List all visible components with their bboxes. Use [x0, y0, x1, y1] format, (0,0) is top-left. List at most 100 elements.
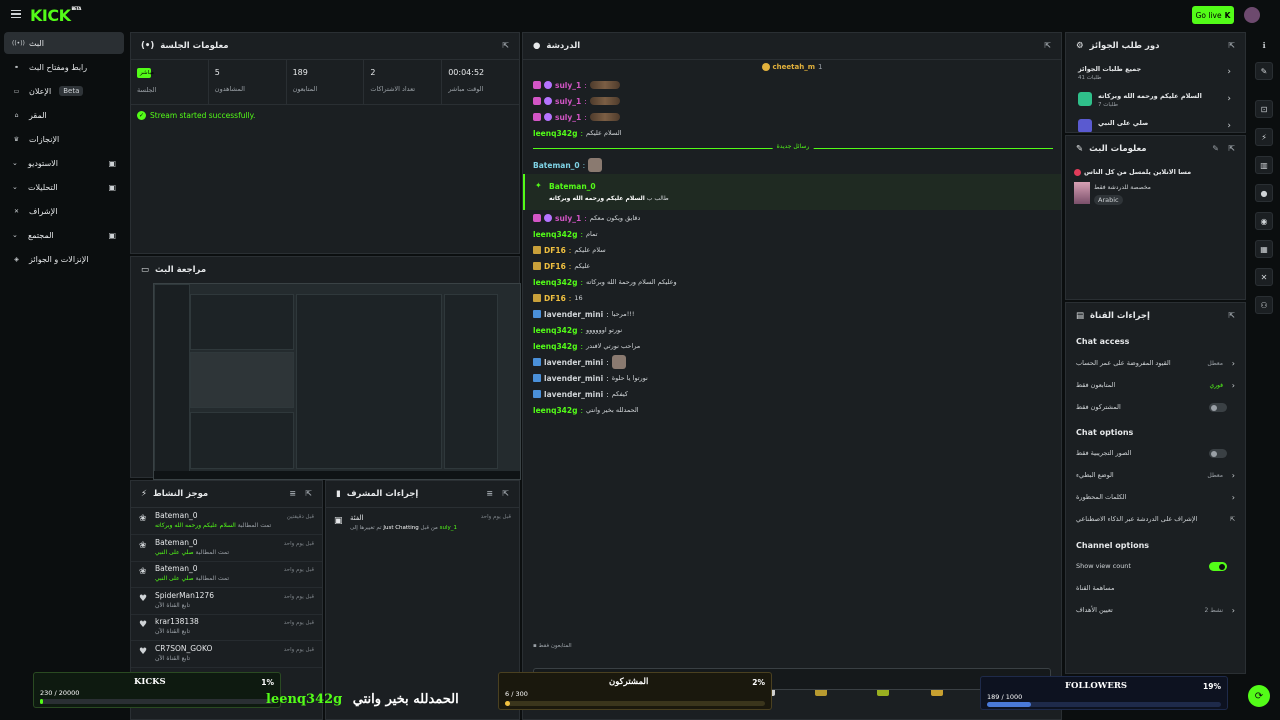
- stat-cell: 189 المتابعون: [285, 60, 364, 104]
- chat-username[interactable]: suly_1: [555, 113, 581, 122]
- channel-option-row[interactable]: القيود المفروضة على عمر الحساب معطل ›: [1076, 353, 1235, 373]
- popout-icon[interactable]: ⇱: [502, 489, 509, 498]
- kick-logo[interactable]: KICKBETA: [30, 6, 81, 25]
- new-messages-divider: رسائل جديدة: [533, 143, 1053, 150]
- highlight-user[interactable]: Bateman_0: [549, 182, 596, 191]
- activity-time: قبل يوم واحد: [283, 567, 314, 574]
- reward-title: جميع طلبات الجوائز: [1078, 65, 1142, 73]
- popout-icon[interactable]: ⇱: [1228, 144, 1235, 153]
- edit-icon[interactable]: ✎: [1255, 62, 1273, 80]
- preview-activity-pane: [190, 412, 294, 469]
- sidebar-item-6[interactable]: ⌄ ▣ التحليلات: [4, 176, 124, 198]
- sidebar-item-8[interactable]: ⌄ ▣ المجتمع: [4, 224, 124, 246]
- edit-icon[interactable]: ✎: [1212, 144, 1219, 153]
- wrench-icon[interactable]: ✕: [1255, 268, 1273, 286]
- chat-username[interactable]: leenq342g: [533, 342, 577, 351]
- og-badge-icon: [533, 390, 541, 398]
- activity-time: قبل يوم واحد: [283, 620, 314, 627]
- sidebar-item-4[interactable]: ♛ الإنجازات: [4, 128, 124, 150]
- sidebar-item-0[interactable]: ((•)) البث: [4, 32, 124, 54]
- sidebar-item-1[interactable]: ⚭ رابط ومفتاح البث: [4, 56, 124, 78]
- chat-text: وعليكم السلام ورحمة الله وبركاته: [586, 278, 677, 286]
- channel-option-row[interactable]: الصور التجريبية فقط: [1076, 443, 1235, 463]
- reward-item[interactable]: صلي على النبي ›: [1066, 115, 1245, 132]
- sidebar-item-9[interactable]: ◈ الإنزالات و الجوائز: [4, 248, 124, 270]
- chat-username[interactable]: leenq342g: [533, 326, 577, 335]
- heart-icon: ♥: [139, 647, 148, 657]
- chat-username[interactable]: leenq342g: [533, 278, 577, 287]
- chat-username[interactable]: Bateman_0: [533, 161, 580, 170]
- chat-username[interactable]: lavender_mini: [544, 358, 603, 367]
- toggle-switch[interactable]: [1209, 403, 1227, 412]
- chat-icon[interactable]: ●: [1255, 184, 1273, 202]
- chat-separator: :: [568, 261, 572, 271]
- popout-icon[interactable]: ⇱: [305, 489, 312, 498]
- kicks-goal-percent: 1%: [261, 678, 274, 687]
- chat-username[interactable]: suly_1: [555, 214, 581, 223]
- channel-option-row[interactable]: الإشراف على الدردشة عبر الذكاء الاصطناعي…: [1076, 509, 1235, 529]
- popout-icon[interactable]: ⇱: [1228, 41, 1235, 50]
- popout-icon[interactable]: ⇱: [1228, 311, 1235, 320]
- stream-category[interactable]: مخصصة للدردشة فقط: [1094, 184, 1151, 191]
- stat-label: تعداد الاشتراكات: [370, 85, 416, 93]
- filter-icon[interactable]: ≡: [289, 489, 296, 498]
- menu-icon[interactable]: [11, 10, 21, 18]
- kick-icon: K: [1224, 10, 1231, 20]
- reward-item[interactable]: جميع طلبات الجوائز طلبات 41 ›: [1066, 61, 1245, 87]
- chat-username[interactable]: leenq342g: [533, 230, 577, 239]
- channel-option-row[interactable]: المشتركون فقط: [1076, 397, 1235, 417]
- check-circle-icon: ✓: [137, 111, 146, 120]
- chat-username[interactable]: lavender_mini: [544, 310, 603, 319]
- sidebar-item-3[interactable]: ⌂ المقر: [4, 104, 124, 126]
- popout-icon[interactable]: ⇱: [502, 41, 509, 50]
- ad-icon: ▭: [13, 87, 20, 95]
- chat-separator: :: [606, 357, 609, 367]
- chat-username[interactable]: suly_1: [555, 97, 581, 106]
- sidebar-item-2[interactable]: ▭ الإعلان Beta: [4, 80, 124, 102]
- broadcast-icon[interactable]: ◉: [1255, 212, 1273, 230]
- info-icon[interactable]: ℹ: [1255, 36, 1273, 54]
- stream-video[interactable]: [153, 283, 521, 480]
- go-live-button[interactable]: Go live K: [1192, 6, 1234, 24]
- reward-icon: ❀: [139, 567, 147, 578]
- reward-title: السلام عليكم ورحمه الله وبركاته: [1098, 92, 1202, 100]
- chat-username[interactable]: leenq342g: [533, 129, 577, 138]
- activity-time: قبل يوم واحد: [283, 647, 314, 653]
- channel-option-row[interactable]: المتابعون فقط فوري ›: [1076, 375, 1235, 395]
- chat-username[interactable]: leenq342g: [533, 406, 577, 415]
- mod-entry-user[interactable]: suly_1: [440, 525, 457, 531]
- channel-option-row[interactable]: الوضع البطيء معطل ›: [1076, 465, 1235, 485]
- gift-icon: ⚙: [1076, 41, 1084, 51]
- chat-username[interactable]: DF16: [544, 246, 566, 255]
- chat-username[interactable]: DF16: [544, 262, 566, 271]
- chat-separator: :: [584, 80, 587, 90]
- shield-icon: ▮: [336, 489, 341, 499]
- chat-username[interactable]: lavender_mini: [544, 374, 603, 383]
- channel-option-row[interactable]: Show view count: [1076, 556, 1235, 576]
- red-dot-icon: [1074, 168, 1081, 176]
- channel-option-row[interactable]: الكلمات المحظورة ›: [1076, 487, 1235, 507]
- users-icon[interactable]: ⚇: [1255, 296, 1273, 314]
- channel-option-row[interactable]: تعيين الأهداف نشط 2 ›: [1076, 600, 1235, 620]
- chat-username[interactable]: suly_1: [555, 81, 581, 90]
- chat-panel: ● الدردشة ⇱ cheetah_m 1 suly_1: suly_1: su…: [522, 32, 1062, 720]
- document-icon[interactable]: ▥: [1255, 156, 1273, 174]
- stream-info-panel: ✎ معلومات البث ✎ ⇱ مسا الانلاين يلمسل من…: [1065, 135, 1246, 300]
- bolt-icon[interactable]: ⚡: [1255, 128, 1273, 146]
- mic-badge-icon: [544, 214, 552, 222]
- toggle-switch[interactable]: [1209, 562, 1227, 571]
- reward-item[interactable]: السلام عليكم ورحمه الله وبركاته طلبات 7 ›: [1066, 88, 1245, 114]
- camera-icon[interactable]: ⊡: [1255, 100, 1273, 118]
- toggle-switch[interactable]: [1209, 449, 1227, 458]
- channel-option-row[interactable]: مساهمة القناة: [1076, 578, 1235, 598]
- sidebar-item-7[interactable]: ✕ الإشراف: [4, 200, 124, 222]
- mic-badge-icon: [544, 81, 552, 89]
- chat-username[interactable]: DF16: [544, 294, 566, 303]
- filter-icon[interactable]: ≡: [486, 489, 493, 498]
- stream-title: مسا الانلاين يلمسل من كل الناس: [1084, 168, 1192, 176]
- layout-icon[interactable]: ▦: [1255, 240, 1273, 258]
- avatar[interactable]: [1244, 7, 1260, 23]
- sidebar-item-5[interactable]: ⌄ ▣ الاستوديو: [4, 152, 124, 174]
- chat-username[interactable]: lavender_mini: [544, 390, 603, 399]
- help-icon[interactable]: ⟳: [1248, 685, 1270, 707]
